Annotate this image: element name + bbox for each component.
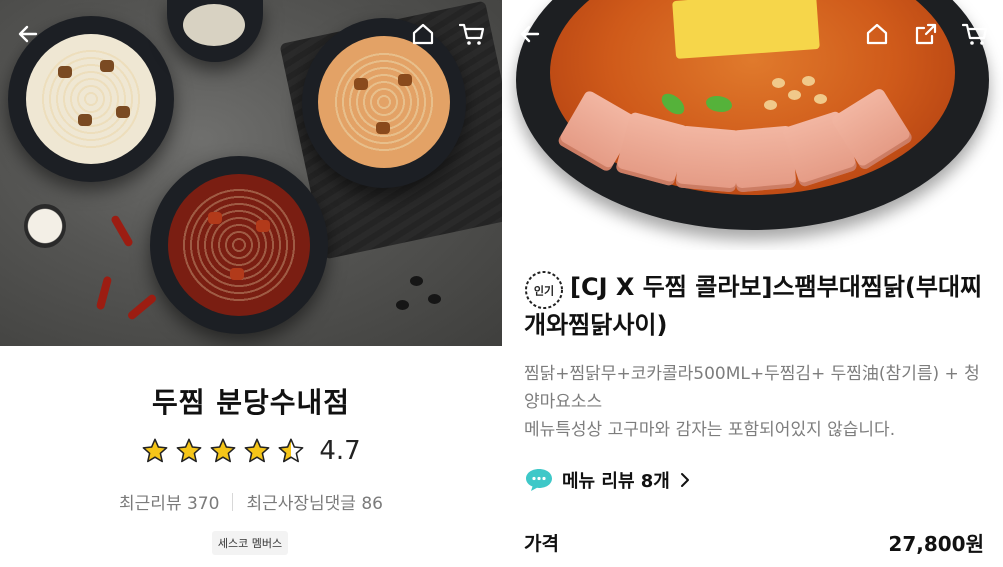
olive-decoration: [410, 276, 423, 286]
store-panel: 두찜 분당수내점 4.7 최근리뷰 370 최근사장님댓글 86 세스코 멤버스: [0, 0, 502, 567]
back-arrow-icon: [520, 25, 540, 43]
home-icon: [412, 23, 434, 45]
store-name: 두찜 분당수내점: [151, 386, 351, 419]
pasta-plate-spicy: [150, 156, 328, 334]
cart-button[interactable]: [960, 20, 990, 48]
cart-button[interactable]: [457, 20, 487, 48]
pasta-plate-rose: [302, 18, 466, 188]
menu-hero-image: [502, 0, 1003, 250]
bean: [772, 78, 785, 88]
menu-title: [CJ X 두찜 콜라보]스팸부대찜닭(부대찌개와찜닭사이): [524, 273, 983, 339]
back-arrow-icon: [18, 25, 38, 43]
bean: [764, 100, 777, 110]
price-value: 27,800원: [888, 532, 984, 556]
spam-slice: [675, 125, 741, 193]
rating-row: 4.7: [0, 436, 502, 466]
cart-icon: [459, 23, 485, 45]
olive-decoration: [428, 294, 441, 304]
chili-decoration: [110, 214, 134, 248]
share-icon: [915, 23, 937, 45]
owner-replies-link[interactable]: 최근사장님댓글 86: [246, 489, 383, 514]
chili-decoration: [95, 275, 113, 311]
menu-review-label: 메뉴 리뷰 8개: [562, 471, 670, 492]
small-pasta-plate: [167, 0, 263, 62]
milk-cup: [24, 204, 66, 248]
bean: [802, 76, 815, 86]
bean: [814, 94, 827, 104]
price-label: 가격: [524, 533, 559, 555]
chevron-right-icon: [680, 473, 689, 487]
price-row: 가격 27,800원: [524, 528, 984, 557]
menu-title-block: 인기 [CJ X 두찜 콜라보]스팸부대찜닭(부대찌개와찜닭사이): [524, 268, 984, 344]
star-full-icon: [210, 438, 236, 463]
menu-panel: 인기 [CJ X 두찜 콜라보]스팸부대찜닭(부대찌개와찜닭사이) 찜닭+찜닭무…: [502, 0, 1003, 567]
popular-badge-label: 인기: [534, 284, 554, 298]
home-icon: [866, 23, 888, 45]
back-button[interactable]: [516, 20, 544, 48]
menu-review-link[interactable]: 메뉴 리뷰 8개: [524, 467, 692, 493]
chili-decoration: [126, 293, 158, 321]
star-half-icon: [278, 438, 304, 463]
star-full-icon: [142, 438, 168, 463]
popular-badge-icon: 인기: [525, 271, 563, 309]
menu-description: 찜닭+찜닭무+코카콜라500ML+두찜김+ 두찜油(참기름) + 청양마요소스: [524, 364, 980, 412]
home-button[interactable]: [863, 20, 891, 48]
divider: [232, 492, 234, 511]
menu-note: 메뉴특성상 고구마와 감자는 포함되어있지 않습니다.: [524, 420, 896, 440]
bean: [788, 90, 801, 100]
star-full-icon: [244, 438, 270, 463]
recent-reviews-link[interactable]: 최근리뷰 370: [119, 489, 219, 514]
review-stats: 최근리뷰 370 최근사장님댓글 86: [0, 489, 502, 514]
chat-bubble-icon: [526, 469, 552, 491]
olive-decoration: [396, 300, 409, 310]
back-button[interactable]: [14, 20, 42, 48]
share-button[interactable]: [912, 20, 940, 48]
membership-badge: 세스코 멤버스: [212, 531, 288, 555]
home-button[interactable]: [409, 20, 437, 48]
cart-icon: [962, 23, 988, 45]
rating-value: 4.7: [319, 436, 361, 466]
store-hero-image: [0, 0, 502, 346]
cheese-slice: [672, 0, 820, 59]
star-full-icon: [176, 438, 202, 463]
